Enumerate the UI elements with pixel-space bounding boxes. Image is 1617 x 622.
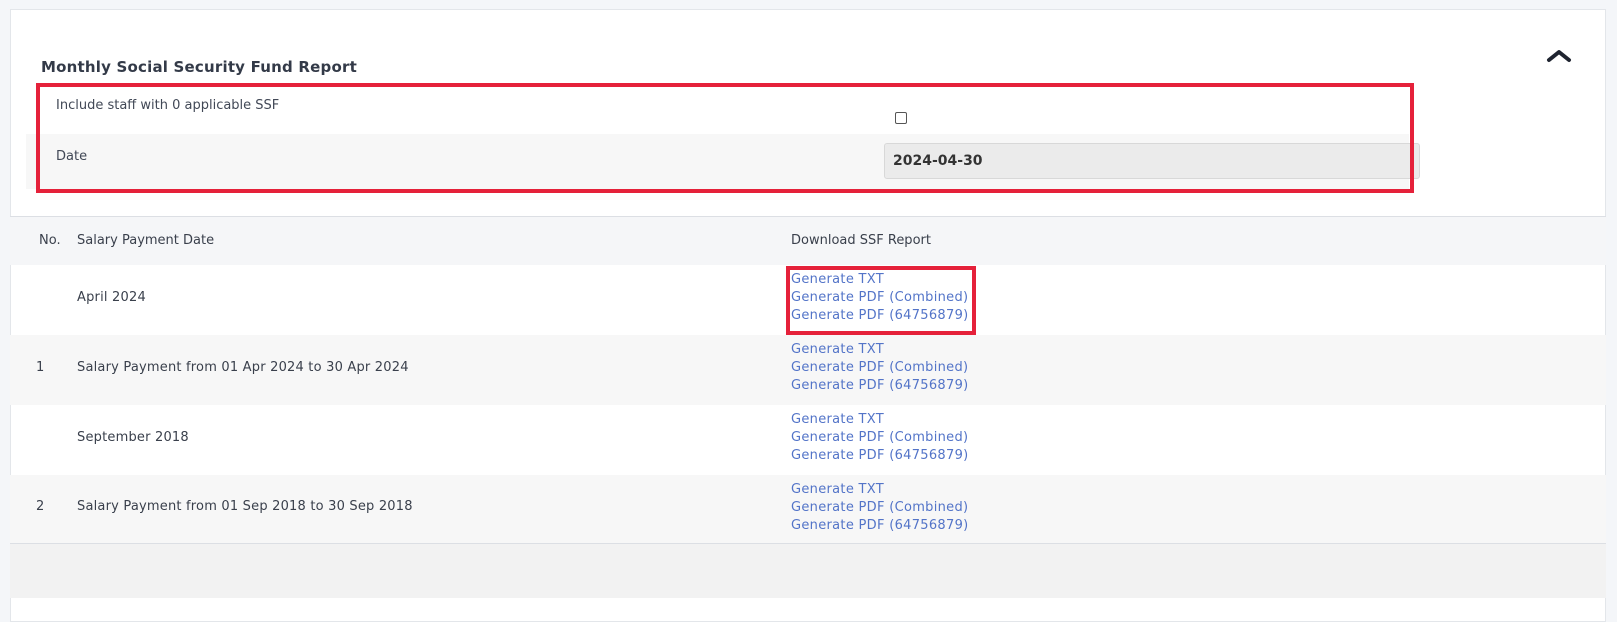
generate-txt-link[interactable]: Generate TXT bbox=[791, 411, 969, 429]
table-row: September 2018 Generate TXT Generate PDF… bbox=[10, 405, 1606, 475]
generate-txt-link[interactable]: Generate TXT bbox=[791, 481, 969, 499]
download-links: Generate TXT Generate PDF (Combined) Gen… bbox=[791, 481, 969, 535]
row-number: 2 bbox=[36, 499, 45, 514]
include-zero-checkbox[interactable] bbox=[895, 112, 907, 124]
table-header: No. Salary Payment Date Download SSF Rep… bbox=[10, 217, 1606, 265]
row-date: Salary Payment from 01 Sep 2018 to 30 Se… bbox=[77, 499, 413, 514]
download-links: Generate TXT Generate PDF (Combined) Gen… bbox=[791, 271, 969, 325]
generate-pdf-id-link[interactable]: Generate PDF (64756879) bbox=[791, 447, 969, 465]
date-label: Date bbox=[56, 149, 88, 164]
table-footer bbox=[10, 544, 1606, 598]
header-download-ssf-report: Download SSF Report bbox=[791, 233, 931, 248]
header-salary-payment-date: Salary Payment Date bbox=[77, 233, 215, 248]
header-no: No. bbox=[39, 233, 61, 248]
page-title: Monthly Social Security Fund Report bbox=[41, 58, 357, 76]
generate-pdf-id-link[interactable]: Generate PDF (64756879) bbox=[791, 517, 969, 535]
row-date: April 2024 bbox=[77, 290, 146, 305]
generate-txt-link[interactable]: Generate TXT bbox=[791, 271, 969, 289]
filter-row-include-zero: Include staff with 0 applicable SSF bbox=[26, 87, 1409, 134]
generate-pdf-combined-link[interactable]: Generate PDF (Combined) bbox=[791, 429, 969, 447]
download-links: Generate TXT Generate PDF (Combined) Gen… bbox=[791, 341, 969, 395]
download-links: Generate TXT Generate PDF (Combined) Gen… bbox=[791, 411, 969, 465]
date-field[interactable]: 2024-04-30 bbox=[884, 143, 1420, 179]
row-number: 1 bbox=[36, 360, 45, 375]
table-row: April 2024 Generate TXT Generate PDF (Co… bbox=[10, 265, 1606, 335]
include-zero-label: Include staff with 0 applicable SSF bbox=[56, 98, 280, 113]
generate-pdf-combined-link[interactable]: Generate PDF (Combined) bbox=[791, 289, 969, 307]
generate-txt-link[interactable]: Generate TXT bbox=[791, 341, 969, 359]
filter-row-date: Date 2024-04-30 bbox=[26, 134, 1420, 189]
row-date: September 2018 bbox=[77, 430, 189, 445]
generate-pdf-id-link[interactable]: Generate PDF (64756879) bbox=[791, 377, 969, 395]
table-row: 1 Salary Payment from 01 Apr 2024 to 30 … bbox=[10, 335, 1606, 405]
chevron-up-icon bbox=[1547, 50, 1571, 62]
generate-pdf-id-link[interactable]: Generate PDF (64756879) bbox=[791, 307, 969, 325]
table-row: 2 Salary Payment from 01 Sep 2018 to 30 … bbox=[10, 475, 1606, 545]
generate-pdf-combined-link[interactable]: Generate PDF (Combined) bbox=[791, 359, 969, 377]
row-date: Salary Payment from 01 Apr 2024 to 30 Ap… bbox=[77, 360, 409, 375]
generate-pdf-combined-link[interactable]: Generate PDF (Combined) bbox=[791, 499, 969, 517]
collapse-button[interactable] bbox=[1545, 46, 1573, 66]
